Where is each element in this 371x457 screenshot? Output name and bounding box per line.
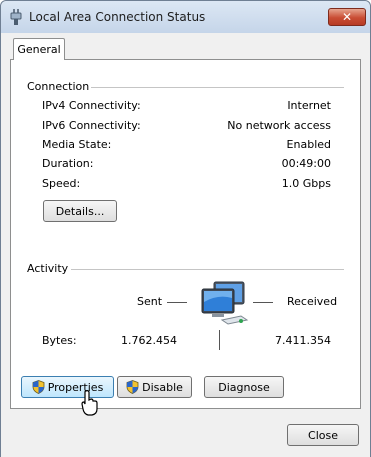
bytes-sent-value: 1.762.454 [121, 334, 177, 347]
bytes-separator [219, 330, 220, 350]
close-icon: ✕ [341, 10, 353, 24]
duration-label: Duration: [42, 157, 94, 170]
network-computers-icon [201, 281, 249, 325]
tab-general-label: General [17, 43, 61, 56]
disable-label: Disable [142, 380, 183, 394]
window-title: Local Area Connection Status [29, 10, 206, 24]
details-button[interactable]: Details... [43, 200, 117, 222]
speed-value: 1.0 Gbps [281, 177, 331, 190]
duration-value: 00:49:00 [281, 157, 331, 170]
network-plug-icon [10, 9, 22, 25]
status-dialog: Local Area Connection Status ✕ General C… [0, 0, 371, 457]
uac-shield-icon [126, 380, 139, 394]
media-state-value: Enabled [286, 138, 331, 151]
media-state-label: Media State: [42, 138, 112, 151]
sent-dash [167, 302, 187, 303]
ipv6-label: IPv6 Connectivity: [42, 119, 141, 132]
received-dash [253, 302, 273, 303]
activity-divider [71, 269, 344, 270]
ipv4-value: Internet [287, 99, 331, 112]
ipv6-value: No network access [227, 119, 331, 132]
sent-label: Sent [137, 295, 163, 308]
disable-button[interactable]: Disable [117, 376, 192, 398]
activity-heading: Activity [27, 262, 74, 275]
properties-button[interactable]: Properties [21, 376, 114, 398]
tab-panel-general: Connection IPv4 Connectivity: Internet I… [10, 59, 361, 416]
speed-label: Speed: [42, 177, 81, 190]
bytes-label: Bytes: [42, 334, 77, 347]
bytes-received-value: 7.411.354 [275, 334, 331, 347]
uac-shield-icon [32, 380, 45, 394]
tab-general[interactable]: General [13, 38, 65, 60]
dialog-body: General Connection IPv4 Connectivity: In… [1, 33, 370, 457]
close-button[interactable]: Close [287, 424, 359, 446]
ipv4-label: IPv4 Connectivity: [42, 99, 141, 112]
hand-pointer-icon [81, 390, 98, 416]
window-close-button[interactable]: ✕ [328, 8, 366, 26]
title-bar[interactable]: Local Area Connection Status ✕ [1, 1, 370, 33]
diagnose-button[interactable]: Diagnose [204, 376, 284, 398]
connection-divider [91, 87, 344, 88]
connection-heading: Connection [27, 80, 95, 93]
received-label: Received [287, 295, 338, 308]
